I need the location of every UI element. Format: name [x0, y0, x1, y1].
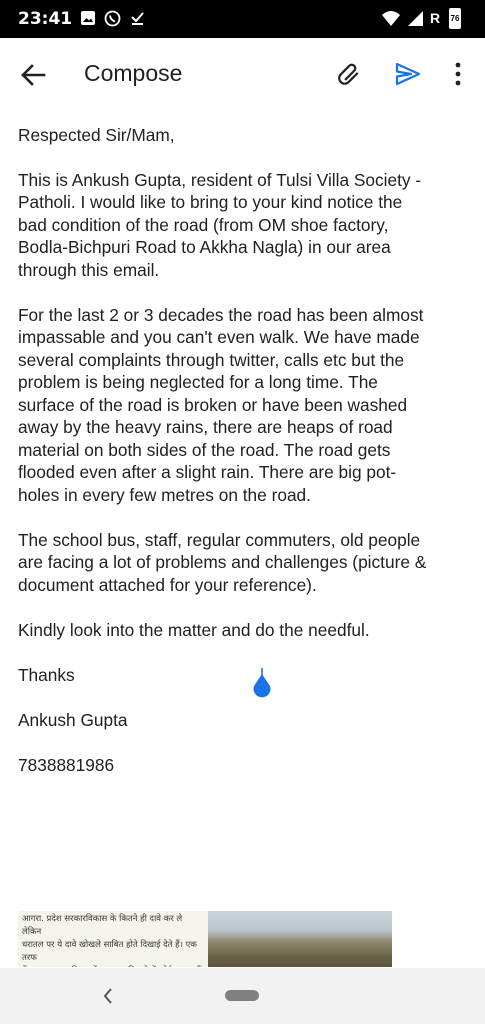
nav-home-pill[interactable] [225, 990, 259, 1001]
email-paragraph: The school bus, staff, regular commuters… [18, 529, 427, 595]
attachment-preview-text: आगरा. प्रदेश सरकारविकास के कितने ही दावे… [18, 911, 208, 967]
attach-icon[interactable] [337, 62, 363, 88]
roaming-icon: R [430, 10, 441, 26]
send-icon[interactable] [394, 60, 422, 88]
email-signature-name: Ankush Gupta [18, 709, 128, 730]
attachment-thumbnail[interactable]: आगरा. प्रदेश सरकारविकास के कितने ही दावे… [18, 911, 392, 967]
whatsapp-icon [104, 10, 121, 27]
nav-back-icon[interactable] [100, 986, 116, 1006]
more-vert-icon[interactable] [451, 60, 465, 88]
email-body-editor[interactable]: Respected Sir/Mam, This is Ankush Gupta,… [18, 124, 473, 799]
battery-level: 76 [450, 14, 460, 23]
image-icon [81, 11, 95, 25]
page-title: Compose [84, 60, 183, 86]
status-time: 23:41 [18, 9, 73, 29]
status-bar: 23:41 R 76 [0, 0, 485, 38]
text-cursor-handle[interactable] [250, 668, 274, 700]
signal-icon [408, 11, 423, 26]
system-nav-bar [0, 968, 485, 1024]
wifi-icon [382, 11, 400, 26]
compose-app-bar: Compose [0, 38, 485, 110]
back-arrow-icon[interactable] [18, 60, 48, 90]
email-paragraph: For the last 2 or 3 decades the road has… [18, 304, 424, 505]
battery-icon: 76 [449, 8, 461, 29]
email-salutation: Respected Sir/Mam, [18, 125, 175, 145]
email-paragraph: This is Ankush Gupta, resident of Tulsi … [18, 169, 422, 280]
download-done-icon [131, 12, 144, 25]
email-closing: Thanks [18, 664, 75, 685]
email-signature-phone: 7838881986 [18, 754, 115, 775]
attachment-road-photo [208, 911, 392, 967]
email-paragraph: Kindly look into the matter and do the n… [18, 619, 370, 640]
